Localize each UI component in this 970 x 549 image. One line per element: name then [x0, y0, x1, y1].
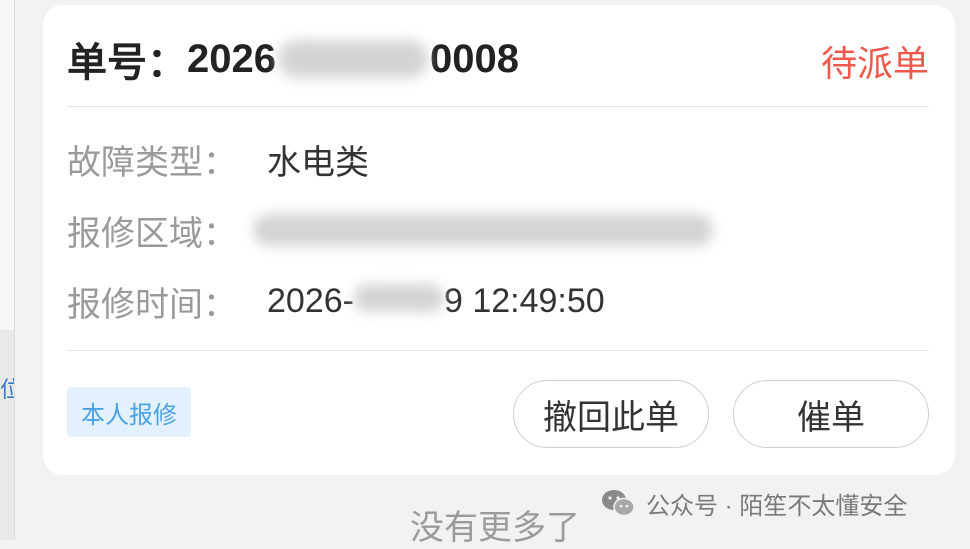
watermark: 公众号 · 陌笙不太懂安全	[600, 483, 907, 523]
left-edge-text: 位	[0, 377, 14, 402]
repair-area-label: 报修区域：	[67, 214, 237, 253]
no-more-text: 没有更多了	[410, 509, 580, 547]
fault-type-value: 水电类	[267, 143, 369, 182]
order-number-suffix: 0008	[429, 36, 519, 81]
status-badge: 待派单	[820, 43, 929, 84]
left-panel-edge-lower	[0, 330, 14, 540]
redacted-region	[253, 214, 713, 246]
repair-time-label: 报修时间：	[67, 285, 237, 324]
order-number-label: 单号：	[67, 41, 187, 85]
order-number: 单号： 2026 0008	[67, 35, 519, 86]
urge-order-button[interactable]: 催单	[733, 380, 929, 448]
self-report-tag: 本人报修	[67, 387, 191, 437]
order-number-prefix: 2026	[187, 36, 276, 81]
repair-area-row: 报修区域：	[67, 208, 713, 253]
fault-type-row: 故障类型： 水电类	[67, 137, 369, 182]
watermark-text: 公众号 · 陌笙不太懂安全	[646, 492, 908, 520]
repair-time-row: 报修时间： 2026- 9 12:49:50	[67, 279, 605, 324]
revoke-order-button[interactable]: 撤回此单	[513, 380, 709, 448]
repair-order-card[interactable]: 单号： 2026 0008 待派单 故障类型： 水电类 报修区域： 报修时间： …	[43, 5, 955, 475]
divider	[67, 350, 929, 351]
fault-type-label: 故障类型：	[67, 143, 237, 182]
repair-time-year: 2026	[267, 281, 343, 320]
wechat-icon	[602, 490, 635, 517]
repair-time-value: 2026- 9 12:49:50	[267, 282, 605, 321]
redacted-region	[353, 283, 444, 312]
repair-time-separator: -	[342, 281, 354, 320]
divider	[67, 106, 929, 107]
repair-time-rest: 9 12:49:50	[443, 281, 605, 320]
redacted-region	[277, 40, 428, 78]
